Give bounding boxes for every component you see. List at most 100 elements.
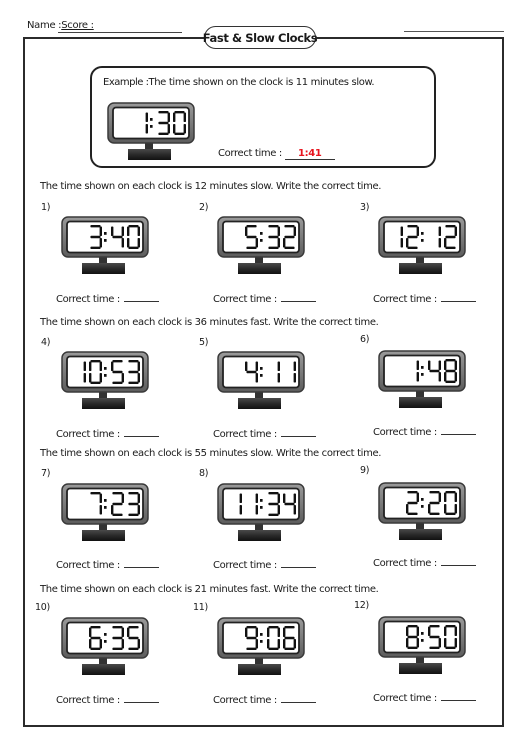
clock-digit-segment — [137, 493, 140, 504]
clock-digit-segment — [429, 635, 440, 639]
clock-digit-segment — [438, 226, 441, 237]
clock-digit-segment — [255, 493, 258, 504]
clock-stand-base — [399, 263, 442, 274]
example-prefix: Example : — [103, 77, 149, 88]
clock-digit-segment — [438, 371, 441, 382]
clock-digit-segment — [255, 237, 258, 248]
clock-colon-dot — [421, 498, 424, 501]
answer-blank[interactable] — [123, 558, 159, 568]
clock-digit-segment — [90, 492, 101, 495]
clock-digit-segment — [267, 627, 270, 638]
clock-digit-segment — [293, 638, 296, 649]
clock-digit-segment — [112, 502, 123, 506]
clock-digit-segment — [174, 132, 185, 135]
clock-digit-segment — [445, 625, 456, 628]
answer-blank[interactable] — [123, 693, 159, 703]
correct-time-field: Correct time : — [56, 427, 159, 440]
clock-digit-segment — [268, 647, 279, 650]
correct-time-label: Correct time : — [373, 427, 437, 438]
clock-stand-base — [82, 664, 125, 675]
problem-number: 9) — [360, 465, 370, 476]
clock-digit-segment — [277, 638, 280, 649]
answer-blank[interactable] — [123, 427, 159, 437]
clock-digit-segment — [283, 237, 286, 248]
clock-digit-segment — [246, 626, 257, 629]
clock-stand-base — [82, 263, 125, 274]
clock-stand-base — [238, 664, 281, 675]
clock-digit-segment — [121, 638, 124, 649]
clock-digit-segment — [445, 369, 456, 373]
answer-blank[interactable] — [440, 292, 476, 302]
clock-digit-segment — [90, 360, 101, 363]
clock-digit-segment — [137, 237, 140, 248]
answer-blank[interactable] — [280, 693, 316, 703]
clock-digit-segment — [89, 627, 92, 638]
clock-digit-segment — [255, 361, 258, 372]
example-clock — [106, 101, 196, 163]
clock-graphic — [61, 351, 149, 409]
clock-digit-segment — [444, 626, 447, 637]
clock-digit-segment — [127, 237, 130, 248]
clock-graphic — [217, 216, 305, 274]
clock-digit-segment — [127, 627, 130, 638]
clock-colon-dot — [421, 373, 424, 376]
clock-stand-base — [399, 529, 442, 540]
clock-digit-segment — [283, 638, 286, 649]
clock-digit-segment — [416, 492, 419, 503]
clock-graphic — [378, 216, 466, 274]
problem-number: 11) — [193, 602, 208, 613]
clock-digit-segment — [407, 625, 418, 628]
clock-digit-segment — [90, 225, 101, 228]
clock-digit-segment — [90, 246, 101, 249]
clock-digit-segment — [283, 493, 286, 504]
problem-number: 10) — [35, 602, 50, 613]
clock-digit-segment — [438, 637, 441, 648]
correct-time-label: Correct time : — [56, 429, 120, 440]
answer-blank[interactable] — [440, 556, 476, 566]
clock-digit-segment — [445, 359, 456, 362]
clock-digit-segment — [429, 512, 440, 515]
clock-digit-segment — [128, 636, 139, 640]
clock-digit-segment — [112, 626, 123, 629]
clock-digit-segment — [255, 372, 258, 383]
answer-blank[interactable] — [280, 427, 316, 437]
clock-colon-dot — [104, 367, 107, 370]
clock-digit-segment — [112, 513, 123, 516]
clock-colon-dot — [104, 232, 107, 235]
answer-blank[interactable] — [440, 425, 476, 435]
clock-digit-segment — [284, 647, 295, 650]
clock-digit-segment — [407, 501, 418, 505]
clock-digit-segment — [429, 646, 440, 649]
clock-digit-segment — [246, 636, 257, 640]
digital-clock — [216, 616, 306, 678]
clock-colon-dot — [260, 374, 263, 377]
clock-digit-segment — [293, 493, 296, 504]
answer-blank[interactable] — [280, 292, 316, 302]
answer-blank[interactable] — [440, 691, 476, 701]
score-answer-line[interactable] — [404, 31, 504, 32]
clock-digit-segment — [111, 226, 114, 237]
answer-blank[interactable] — [123, 292, 159, 302]
clock-digit-segment — [406, 626, 409, 637]
example-text: The time shown on the clock is 11 minute… — [148, 77, 375, 88]
clock-digit-segment — [137, 361, 140, 372]
clock-digit-segment — [406, 637, 409, 648]
name-answer-line[interactable] — [58, 32, 182, 33]
clock-stand-base — [399, 663, 442, 674]
clock-digit-segment — [268, 513, 279, 516]
clock-colon-dot — [104, 499, 107, 502]
problem-number: 2) — [199, 202, 209, 213]
clock-digit-segment — [128, 381, 139, 384]
clock-digit-segment — [137, 372, 140, 383]
clock-digit-segment — [444, 492, 447, 503]
digital-clock — [60, 616, 150, 678]
clock-digit-segment — [137, 504, 140, 515]
clock-digit-segment — [112, 636, 123, 640]
clock-digit-segment — [438, 492, 441, 503]
clock-digit-segment — [89, 361, 92, 372]
clock-digit-segment — [444, 637, 447, 648]
clock-digit-segment — [128, 513, 139, 516]
clock-graphic — [107, 102, 195, 160]
problem-number: 6) — [360, 334, 370, 345]
answer-blank[interactable] — [280, 558, 316, 568]
